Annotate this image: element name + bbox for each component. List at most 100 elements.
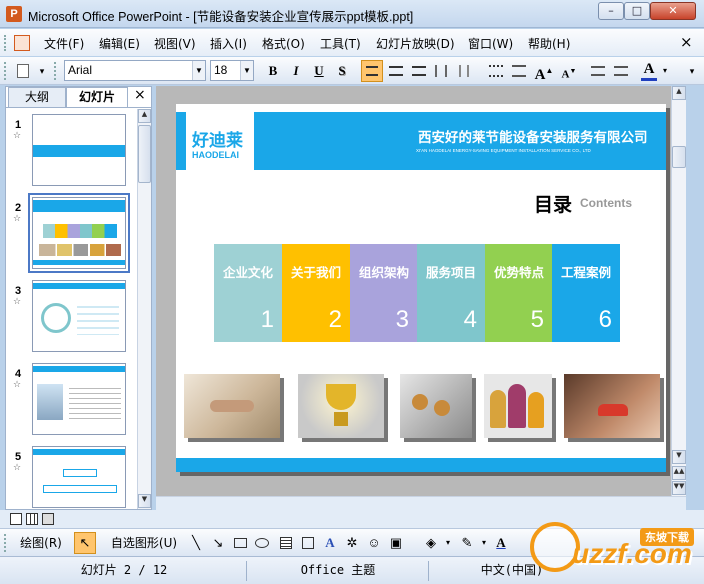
rectangle-icon[interactable] [230, 532, 250, 554]
slide-canvas[interactable]: 好迪莱 HAODELAI 西安好的莱节能设备安装服务有限公司 XI'AN HAO… [176, 104, 666, 472]
diagram-icon[interactable]: ✲ [342, 532, 362, 554]
toolbar-options-icon-2[interactable]: ▾ [686, 60, 698, 82]
menu-slideshow[interactable]: 幻灯片放映(D) [376, 35, 455, 52]
scroll-thumb[interactable] [138, 125, 151, 183]
font-size-combo[interactable]: 18 ▼ [210, 60, 254, 81]
align-right-button[interactable] [407, 60, 429, 82]
slideshow-view-icon[interactable] [42, 513, 54, 525]
font-name-value: Arial [68, 63, 93, 77]
slide-thumbnail-3[interactable] [32, 280, 126, 352]
slide-thumbnail-1[interactable] [32, 114, 126, 186]
scroll-down-icon[interactable]: ▼ [672, 450, 686, 464]
minimize-button[interactable]: – [598, 2, 624, 20]
drawbar-grip[interactable] [4, 534, 7, 552]
underline-button[interactable]: U [308, 60, 330, 82]
scroll-up-icon[interactable]: ▲ [672, 86, 686, 100]
toc-cell-1[interactable]: 企业文化 1 [214, 244, 282, 342]
panel-close-button[interactable]: × [134, 87, 146, 103]
font-color-button[interactable]: A [638, 60, 660, 82]
scroll-down-icon[interactable]: ▼ [138, 494, 151, 508]
bold-button[interactable]: B [262, 60, 284, 82]
draw-font-color-icon[interactable]: A [490, 532, 512, 554]
toolbar-options-icon[interactable]: ▾ [36, 60, 48, 82]
increase-indent-button[interactable] [609, 60, 631, 82]
close-button[interactable]: ✕ [650, 2, 696, 20]
scroll-thumb[interactable] [672, 146, 686, 168]
slide-thumbnail-4[interactable] [32, 363, 126, 435]
plug-photo[interactable] [400, 374, 472, 438]
font-color-dropdown-icon[interactable]: ▾ [660, 60, 670, 82]
bullets-button[interactable] [484, 60, 506, 82]
fill-color-icon[interactable]: ◈ [420, 532, 442, 554]
menubar-grip[interactable] [4, 35, 7, 51]
menu-window[interactable]: 窗口(W) [468, 35, 513, 52]
slide-thumbnail-5[interactable] [32, 446, 126, 508]
picture-icon[interactable]: ▣ [386, 532, 406, 554]
chevron-down-icon[interactable]: ▼ [192, 61, 205, 80]
select-pointer-icon[interactable]: ↖ [74, 532, 96, 554]
shadow-button[interactable]: S [331, 60, 353, 82]
people-icons-photo[interactable] [484, 374, 552, 438]
toc-cell-number: 3 [395, 306, 409, 333]
column-button[interactable] [453, 60, 475, 82]
toc-cell-6[interactable]: 工程案例 6 [552, 244, 620, 342]
restore-button[interactable]: □ [624, 2, 650, 20]
trophy-base [334, 412, 348, 426]
slide-sorter-icon[interactable] [26, 513, 38, 525]
status-divider [246, 561, 247, 581]
arrow-icon[interactable]: ↘ [208, 532, 228, 554]
menu-insert[interactable]: 插入(I) [210, 35, 247, 52]
document-icon[interactable] [14, 35, 30, 51]
slide-thumbnail-2[interactable] [28, 193, 130, 273]
numbering-button[interactable] [507, 60, 529, 82]
line-color-icon[interactable]: ✎ [456, 532, 478, 554]
toc-cell-4[interactable]: 服务项目 4 [417, 244, 485, 342]
toolbar-grip[interactable] [4, 62, 7, 80]
scroll-up-icon[interactable]: ▲ [138, 109, 151, 123]
font-name-combo[interactable]: Arial ▼ [64, 60, 206, 81]
car-hands-photo[interactable] [564, 374, 660, 438]
panel-scrollbar[interactable]: ▲ ▼ [137, 109, 151, 509]
previous-slide-icon[interactable]: ▲▲ [672, 466, 686, 480]
chevron-down-icon[interactable]: ▼ [240, 61, 253, 80]
vertical-textbox-icon[interactable] [298, 532, 318, 554]
chevron-down-icon[interactable]: ▾ [480, 532, 488, 554]
tab-slides[interactable]: 幻灯片 [66, 87, 128, 107]
menu-view[interactable]: 视图(V) [154, 35, 196, 52]
menu-tools[interactable]: 工具(T) [320, 35, 361, 52]
toolbar-grip-2[interactable] [54, 62, 57, 80]
tab-outline[interactable]: 大纲 [8, 87, 66, 107]
chevron-down-icon[interactable]: ▾ [444, 532, 452, 554]
new-document-icon[interactable] [12, 60, 34, 82]
grow-font-button[interactable]: A▲ [532, 60, 556, 83]
hands-photo[interactable] [184, 374, 280, 438]
shrink-font-button[interactable]: A▼ [557, 60, 581, 82]
decrease-indent-button[interactable] [586, 60, 608, 82]
normal-view-icon[interactable] [10, 513, 22, 525]
distribute-button[interactable] [430, 60, 452, 82]
toc-cell-2[interactable]: 关于我们 2 [282, 244, 350, 342]
next-slide-icon[interactable]: ▼▼ [672, 481, 686, 495]
italic-button[interactable]: I [285, 60, 307, 82]
document-close-button[interactable]: × [680, 33, 693, 51]
align-left-button[interactable] [361, 60, 383, 82]
toc-cell-5[interactable]: 优势特点 5 [485, 244, 552, 342]
wordart-icon[interactable]: A [320, 532, 340, 554]
trophy-photo[interactable] [298, 374, 384, 438]
textbox-icon[interactable] [276, 532, 296, 554]
menu-edit[interactable]: 编辑(E) [99, 35, 140, 52]
menu-file[interactable]: 文件(F) [44, 35, 84, 52]
menu-format[interactable]: 格式(O) [262, 35, 305, 52]
toc-cell-3[interactable]: 组织架构 3 [350, 244, 417, 342]
editor-scrollbar[interactable]: ▲ ▼ ▲▲ ▼▼ [671, 86, 686, 496]
oval-icon[interactable] [252, 532, 272, 554]
toc-subtitle: Contents [580, 196, 632, 210]
align-center-button[interactable] [384, 60, 406, 82]
draw-menu-button[interactable]: 绘图(R) [12, 532, 70, 554]
powerpoint-icon[interactable]: P [6, 6, 22, 22]
menu-help[interactable]: 帮助(H) [528, 35, 570, 52]
autoshapes-button[interactable]: 自选图形(U) [104, 532, 184, 554]
clipart-icon[interactable]: ☺ [364, 532, 384, 554]
editor-hscroll[interactable] [156, 496, 686, 510]
line-icon[interactable]: ╲ [186, 532, 206, 554]
